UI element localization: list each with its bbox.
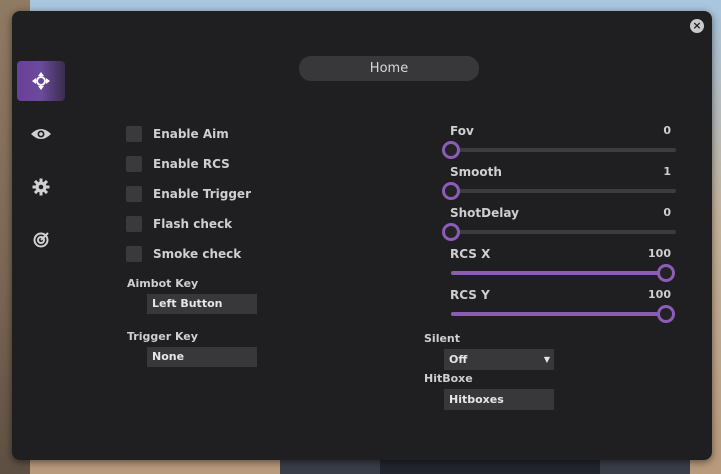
enable-trigger-label: Enable Trigger: [153, 187, 251, 201]
rcs-x-slider-fill: [451, 271, 666, 275]
enable-aim-row[interactable]: Enable Aim: [126, 125, 229, 143]
hitboxes-field[interactable]: Hitboxes: [444, 389, 554, 410]
enable-aim-checkbox[interactable]: [126, 126, 142, 142]
background-character-shadow: [380, 458, 600, 474]
smoke-check-checkbox[interactable]: [126, 246, 142, 262]
smoke-check-label: Smoke check: [153, 247, 242, 261]
rcs-x-label: RCS X: [450, 247, 491, 261]
smooth-value: 1: [663, 165, 671, 178]
enable-trigger-checkbox[interactable]: [126, 186, 142, 202]
smoke-check-row[interactable]: Smoke check: [126, 245, 241, 263]
rcs-y-value: 100: [648, 288, 671, 301]
close-icon: ×: [692, 19, 702, 32]
silent-select-value: Off: [449, 353, 468, 366]
rcs-x-slider[interactable]: [451, 264, 675, 282]
aimbot-key-field[interactable]: Left Button: [147, 294, 257, 314]
flash-check-checkbox[interactable]: [126, 216, 142, 232]
rcs-x-slider-thumb[interactable]: [657, 264, 675, 282]
flash-check-label: Flash check: [153, 217, 233, 231]
fov-label: Fov: [450, 124, 474, 138]
fov-slider-thumb[interactable]: [442, 141, 460, 159]
shotdelay-value: 0: [663, 206, 671, 219]
enable-trigger-row[interactable]: Enable Trigger: [126, 185, 251, 203]
sidebar-item-settings[interactable]: [17, 167, 65, 207]
enable-rcs-label: Enable RCS: [153, 157, 230, 171]
silent-select[interactable]: Off ▼: [444, 349, 554, 370]
close-button[interactable]: ×: [690, 19, 704, 33]
tab-home[interactable]: Home: [299, 56, 479, 81]
chevron-down-icon: ▼: [543, 355, 550, 364]
fov-slider[interactable]: [442, 141, 676, 159]
trigger-key-field[interactable]: None: [147, 347, 257, 367]
enable-rcs-row[interactable]: Enable RCS: [126, 155, 230, 173]
target-icon: [33, 232, 49, 248]
shotdelay-label: ShotDelay: [450, 206, 519, 220]
smooth-slider-thumb[interactable]: [442, 182, 460, 200]
rcs-y-label: RCS Y: [450, 288, 490, 302]
trigger-key-label: Trigger Key: [127, 330, 198, 343]
flash-check-row[interactable]: Flash check: [126, 215, 232, 233]
eye-icon: [31, 129, 51, 139]
gear-icon: [32, 178, 50, 196]
aimbot-key-label: Aimbot Key: [127, 277, 199, 290]
silent-label: Silent: [424, 332, 461, 345]
sidebar-item-visuals[interactable]: [17, 114, 65, 154]
enable-rcs-checkbox[interactable]: [126, 156, 142, 172]
sidebar-item-triggerbot[interactable]: [17, 220, 65, 260]
rcs-x-value: 100: [648, 247, 671, 260]
rcs-y-slider-fill: [451, 312, 666, 316]
hitboxe-label: HitBoxe: [424, 372, 473, 385]
sidebar-item-aim[interactable]: [17, 61, 65, 101]
smooth-label: Smooth: [450, 165, 502, 179]
smooth-slider[interactable]: [442, 182, 676, 200]
move-crosshair-icon: [32, 72, 50, 90]
shotdelay-slider[interactable]: [442, 223, 676, 241]
enable-aim-label: Enable Aim: [153, 127, 229, 141]
shotdelay-slider-thumb[interactable]: [442, 223, 460, 241]
rcs-y-slider-thumb[interactable]: [657, 305, 675, 323]
fov-value: 0: [663, 124, 671, 137]
rcs-y-slider[interactable]: [451, 305, 675, 323]
